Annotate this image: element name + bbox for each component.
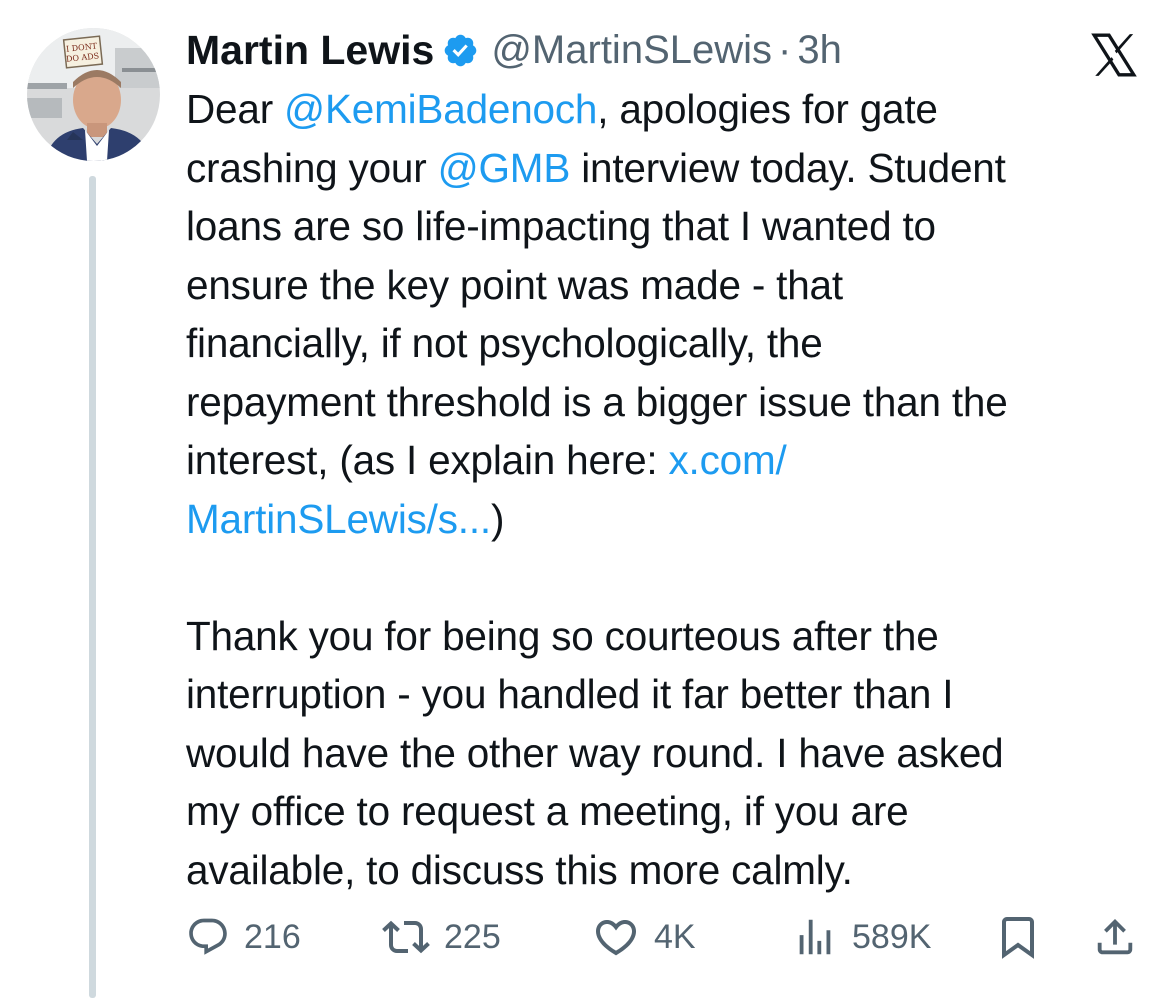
like-button[interactable]: 4K (592, 912, 696, 962)
tweet-text-line: repayment threshold is a bigger issue th… (186, 373, 1146, 432)
tweet-text-segment: interview today. Student (570, 144, 1006, 191)
tweet-text-line: interruption - you handled it far better… (186, 665, 1146, 724)
tweet-text-line: my office to request a meeting, if you a… (186, 782, 1146, 841)
tweet-text-segment: interest, (as I explain here: (186, 437, 669, 483)
tweet-text-segment: Thank you for being so courteous after t… (186, 612, 939, 659)
tweet-text-line: interest, (as I explain here: x.com/ (186, 431, 1146, 490)
repost-icon (382, 920, 430, 954)
tweet-text-line: financially, if not psychologically, the (186, 314, 1146, 373)
url-link[interactable]: x.com/ (669, 437, 787, 483)
tweet-text-segment: repayment threshold is a bigger issue th… (186, 378, 1008, 425)
tweet-text-line: Dear @KemiBadenoch, apologies for gate (186, 80, 1146, 139)
mention-link[interactable]: @KemiBadenoch (284, 86, 597, 132)
url-link[interactable]: MartinSLewis/s... (186, 496, 491, 542)
repost-button[interactable]: 225 (382, 912, 501, 962)
tweet-text-line: available, to discuss this more calmly. (186, 841, 1146, 900)
tweet-text-segment: Dear (186, 86, 285, 132)
tweet-text-line: MartinSLewis/s...) (186, 490, 1146, 549)
tweet-text-line: ensure the key point was made - that (186, 256, 1146, 315)
views-bar-chart-icon (799, 919, 831, 955)
author-name[interactable]: Martin Lewis (186, 27, 434, 74)
like-count: 4K (654, 917, 696, 956)
share-icon (1097, 918, 1133, 955)
reply-count: 216 (244, 917, 301, 956)
tweet-text-segment: available, to discuss this more calmly. (186, 846, 853, 893)
thread-line (89, 176, 96, 998)
tweet-text-segment: my office to request a meeting, if you a… (186, 788, 909, 834)
tweet-text-segment: ensure the key point was made - that (186, 261, 843, 308)
action-bar: 216 225 4K 589K (186, 912, 1146, 962)
reply-icon (189, 918, 227, 955)
tweet-text-segment: loans are so life-impacting that I wante… (186, 203, 936, 249)
tweet-text-line: Thank you for being so courteous after t… (186, 607, 1146, 666)
bookmark-icon (1002, 917, 1034, 959)
post-timestamp[interactable]: 3h (797, 28, 842, 73)
heart-icon (595, 920, 637, 956)
avatar-photo: I DONT DO ADS (27, 28, 160, 161)
reply-button[interactable]: 216 (186, 912, 301, 962)
tweet-text-segment: financially, if not psychologically, the (186, 320, 823, 366)
tweet-text-segment: crashing your (186, 144, 438, 191)
tweet-text: Dear @KemiBadenoch, apologies for gate cr… (186, 80, 1146, 899)
tweet-text-line: loans are so life-impacting that I wante… (186, 197, 1146, 256)
repost-count: 225 (444, 917, 501, 956)
views-count: 589K (852, 917, 932, 956)
header-separator: · (778, 27, 792, 72)
views-button[interactable]: 589K (792, 912, 931, 962)
tweet-text-segment: , apologies for gate (597, 86, 938, 132)
share-button[interactable] (1092, 912, 1138, 962)
tweet-text-segment: interruption - you handled it far better… (186, 671, 954, 717)
mention-link[interactable]: @GMB (438, 145, 571, 191)
tweet-text-segment: ) (490, 495, 505, 542)
tweet-text-segment: would have the other way round. I have a… (186, 729, 1004, 776)
author-handle[interactable]: @MartinSLewis (491, 28, 772, 73)
verified-badge-icon (445, 34, 477, 66)
tweet-card: I DONT DO ADS Martin Lewis @MartinSLewis… (0, 0, 1170, 998)
tweet-text-line: would have the other way round. I have a… (186, 724, 1146, 783)
avatar[interactable]: I DONT DO ADS (27, 28, 160, 161)
tweet-header: Martin Lewis @MartinSLewis · 3h (186, 22, 842, 78)
bookmark-button[interactable] (994, 912, 1042, 962)
x-logo-icon[interactable] (1086, 30, 1142, 80)
tweet-text-line: crashing your @GMB interview today. Stud… (186, 139, 1146, 198)
